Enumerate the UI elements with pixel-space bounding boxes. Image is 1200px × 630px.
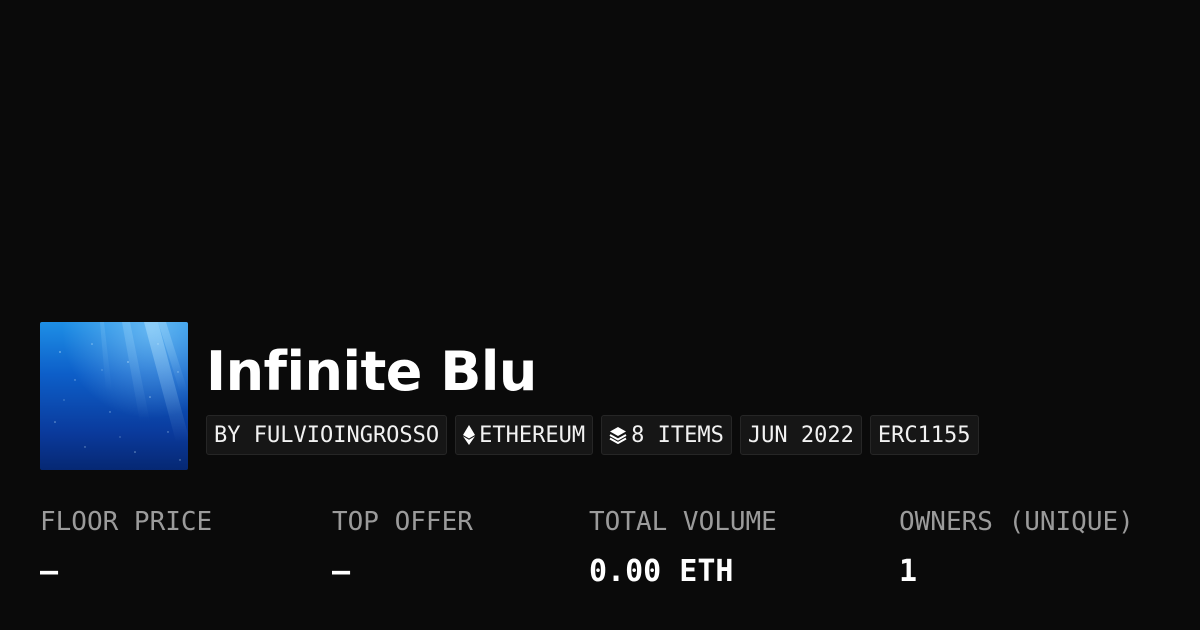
chain-badge-label: ETHEREUM	[479, 422, 586, 448]
top-offer-stat: TOP OFFER –	[332, 504, 473, 590]
date-badge-label: JUN 2022	[747, 422, 854, 448]
owners-value: 1	[899, 554, 918, 589]
ethereum-icon	[463, 425, 476, 445]
total-volume-stat: TOTAL VOLUME 0.00 ETH	[589, 504, 777, 590]
top-offer-label: TOP OFFER	[332, 507, 473, 537]
collection-image	[40, 322, 188, 470]
creator-badge[interactable]: BY FULVIOINGROSSO	[206, 415, 448, 455]
floor-price-label: FLOOR PRICE	[40, 507, 213, 537]
top-offer-value: –	[332, 554, 351, 589]
items-badge: 8 ITEMS	[601, 415, 732, 455]
items-badge-label: 8 ITEMS	[631, 422, 724, 448]
standard-badge-label: ERC1155	[877, 422, 971, 448]
owners-label: OWNERS (UNIQUE)	[899, 507, 1134, 537]
owners-stat: OWNERS (UNIQUE) 1	[899, 504, 1134, 590]
total-volume-value: 0.00 ETH	[589, 554, 734, 589]
badge-row: BY FULVIOINGROSSO ETHEREUM 8 ITEMS JUN 2…	[206, 415, 979, 455]
total-volume-label: TOTAL VOLUME	[589, 507, 777, 537]
floor-price-value: –	[40, 554, 59, 589]
collection-title: Infinite Blu	[206, 340, 537, 403]
creator-badge-label: BY FULVIOINGROSSO	[214, 422, 440, 448]
floor-price-stat: FLOOR PRICE –	[40, 504, 212, 590]
standard-badge: ERC1155	[869, 415, 979, 455]
date-badge: JUN 2022	[739, 415, 862, 455]
chain-badge: ETHEREUM	[455, 415, 594, 455]
layers-icon	[609, 426, 627, 444]
